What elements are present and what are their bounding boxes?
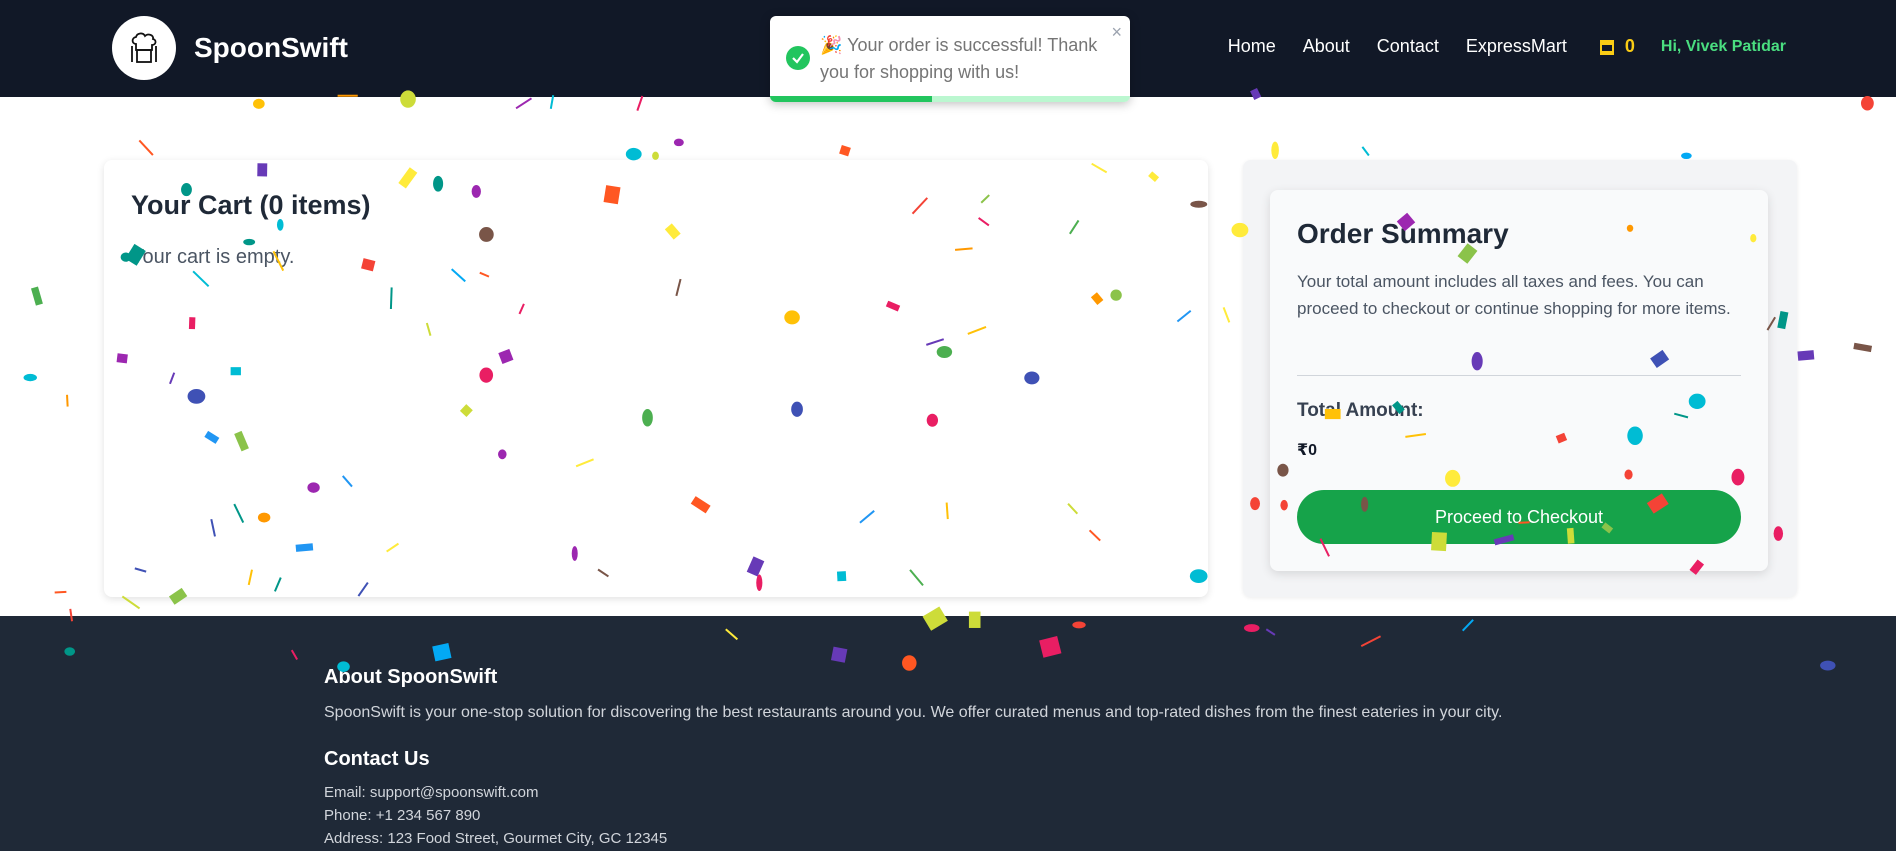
- party-popper-icon: 🎉: [820, 35, 843, 55]
- nav-expressmart-link[interactable]: ExpressMart: [1466, 36, 1567, 57]
- site-footer: About SpoonSwift SpoonSwift is your one-…: [0, 616, 1896, 851]
- brand-name: SpoonSwift: [194, 32, 348, 63]
- total-amount-label: Total Amount:: [1297, 400, 1424, 421]
- confetti-piece: [549, 95, 555, 109]
- confetti-piece: [138, 139, 154, 156]
- nav-contact-link[interactable]: Contact: [1377, 36, 1439, 57]
- footer-about-text: SpoonSwift is your one-stop solution for…: [324, 704, 1503, 721]
- cart-link[interactable]: 0: [1597, 36, 1635, 57]
- footer-address: Address: 123 Food Street, Gourmet City, …: [324, 830, 668, 847]
- footer-phone: Phone: +1 234 567 890: [324, 807, 481, 824]
- order-summary-description: Your total amount includes all taxes and…: [1297, 272, 1731, 318]
- confetti-piece: [1681, 152, 1692, 160]
- confetti-piece: [253, 98, 265, 109]
- total-amount-value: ₹0: [1297, 442, 1318, 459]
- confetti-piece: [54, 590, 67, 594]
- footer-email: Email: support@spoonswift.com: [324, 784, 539, 801]
- confetti-piece: [1361, 146, 1370, 157]
- confetti-piece: [652, 151, 659, 160]
- footer-contact-title: Contact Us: [324, 748, 430, 770]
- user-greeting[interactable]: Hi, Vivek Patidar: [1661, 38, 1786, 56]
- confetti-piece: [636, 95, 644, 111]
- nav-about-link[interactable]: About: [1303, 36, 1350, 57]
- confetti-piece: [1271, 141, 1279, 159]
- confetti-piece: [839, 144, 851, 157]
- toast-progress-bar: [770, 96, 932, 102]
- cart-count: 0: [1624, 36, 1635, 56]
- confetti-piece: [625, 147, 642, 161]
- toast-close-button[interactable]: ×: [1111, 22, 1122, 43]
- success-check-icon: [786, 46, 810, 70]
- confetti-piece: [1853, 342, 1873, 353]
- cart-title: Your Cart (0 items): [131, 190, 371, 220]
- confetti-piece: [121, 595, 141, 610]
- confetti-piece: [1222, 307, 1231, 323]
- footer-about-title: About SpoonSwift: [324, 666, 498, 688]
- toast-message: 🎉 Your order is successful! Thank you fo…: [820, 32, 1110, 86]
- order-success-toast: 🎉 Your order is successful! Thank you fo…: [770, 16, 1130, 102]
- cart-empty-message: Your cart is empty.: [131, 246, 295, 268]
- chef-logo-icon: [112, 16, 176, 80]
- confetti-piece: [1797, 350, 1815, 361]
- summary-divider: [1297, 375, 1741, 376]
- proceed-to-checkout-button[interactable]: Proceed to Checkout: [1297, 490, 1741, 544]
- toast-message-text: Your order is successful! Thank you for …: [820, 35, 1098, 82]
- order-summary-title: Order Summary: [1297, 218, 1509, 249]
- cart-panel: Your Cart (0 items) Your cart is empty.: [104, 160, 1208, 597]
- order-summary-panel: Order Summary Your total amount includes…: [1243, 160, 1797, 597]
- nav-home-link[interactable]: Home: [1228, 36, 1276, 57]
- main-nav: Home About Contact ExpressMart 0 Hi, Viv…: [1201, 36, 1786, 57]
- confetti-piece: [673, 138, 684, 147]
- confetti-piece: [515, 97, 533, 110]
- cart-icon: [1599, 39, 1614, 55]
- confetti-piece: [66, 394, 69, 407]
- brand[interactable]: SpoonSwift: [112, 16, 348, 80]
- confetti-piece: [23, 373, 37, 382]
- confetti-piece: [1860, 95, 1874, 111]
- confetti-piece: [30, 286, 43, 306]
- order-summary-card: Order Summary Your total amount includes…: [1270, 190, 1768, 571]
